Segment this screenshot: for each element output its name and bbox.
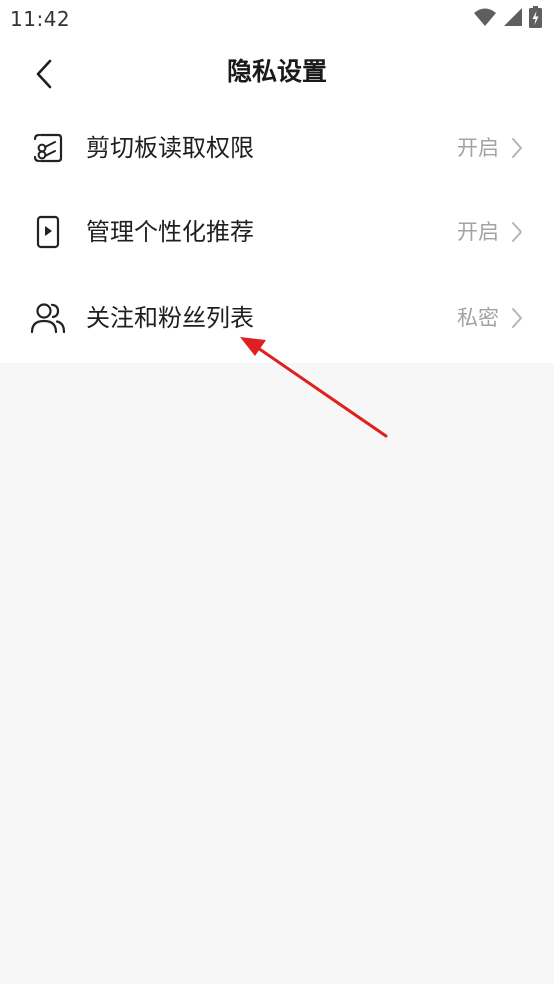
item-label: 管理个性化推荐 (86, 218, 254, 246)
settings-list: 剪切板读取权限 开启 管理个性化推荐 开启 关注和粉丝列表 私密 (0, 106, 554, 363)
app-header: 隐私设置 (0, 40, 554, 106)
settings-item-personalized-recommendation[interactable]: 管理个性化推荐 开启 (0, 190, 554, 276)
status-bar: 11:42 (0, 0, 554, 40)
status-time: 11:42 (10, 7, 71, 31)
item-value: 开启 (457, 220, 499, 244)
page-title: 隐私设置 (226, 57, 327, 86)
users-icon (30, 300, 66, 336)
item-label: 关注和粉丝列表 (86, 304, 254, 332)
item-value: 私密 (457, 306, 499, 330)
settings-item-follow-fans-list[interactable]: 关注和粉丝列表 私密 (0, 276, 554, 362)
clipboard-scissors-icon (30, 130, 66, 166)
status-icons (473, 6, 542, 32)
chevron-right-icon (510, 306, 524, 330)
signal-icon (503, 7, 523, 31)
settings-item-clipboard-permission[interactable]: 剪切板读取权限 开启 (0, 106, 554, 190)
item-label: 剪切板读取权限 (86, 134, 254, 162)
battery-charging-icon (529, 6, 542, 32)
phone-play-icon (30, 214, 66, 250)
chevron-right-icon (510, 220, 524, 244)
wifi-icon (473, 7, 497, 31)
chevron-right-icon (510, 136, 524, 160)
item-value: 开启 (457, 136, 499, 160)
